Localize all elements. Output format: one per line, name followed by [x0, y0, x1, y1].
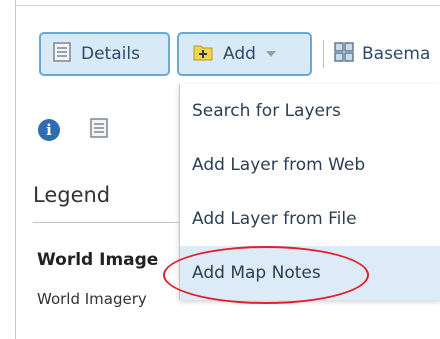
- basemap-button[interactable]: Basema: [334, 32, 430, 76]
- details-button-label: Details: [81, 44, 140, 64]
- add-button-label: Add: [223, 44, 256, 64]
- chevron-down-icon: [265, 51, 276, 57]
- menu-item-label: Add Layer from Web: [192, 155, 366, 175]
- menu-item-search-for-layers[interactable]: Search for Layers: [180, 84, 440, 138]
- add-layer-icon: [193, 43, 213, 66]
- content-list-icon[interactable]: [90, 118, 108, 142]
- details-icon: [53, 41, 71, 67]
- toolbar-divider: [323, 40, 324, 68]
- add-dropdown-menu: Search for Layers Add Layer from Web Add…: [179, 84, 440, 300]
- menu-item-add-map-notes[interactable]: Add Map Notes: [180, 246, 440, 300]
- add-button[interactable]: Add: [177, 32, 312, 76]
- legend-divider: [33, 222, 183, 223]
- basemap-grid-icon: [334, 41, 354, 67]
- menu-item-label: Add Layer from File: [192, 209, 357, 229]
- legend-title: Legend: [33, 183, 111, 207]
- menu-item-add-layer-from-web[interactable]: Add Layer from Web: [180, 138, 440, 192]
- panel-tab-row: i: [38, 110, 108, 150]
- basemap-button-label: Basema: [362, 44, 431, 64]
- menu-item-label: Add Map Notes: [192, 263, 321, 283]
- menu-item-label: Search for Layers: [192, 101, 341, 121]
- menu-item-add-layer-from-file[interactable]: Add Layer from File: [180, 192, 440, 246]
- info-icon[interactable]: i: [38, 119, 60, 141]
- details-button[interactable]: Details: [39, 32, 170, 76]
- legend-layer-sublabel: World Imagery: [37, 290, 147, 308]
- panel-border-left: [15, 0, 16, 339]
- map-viewer-panel: Details Add Basema i Legend World Image …: [0, 0, 440, 339]
- panel-border-top: [15, 5, 440, 6]
- legend-layer-name: World Image: [37, 250, 159, 270]
